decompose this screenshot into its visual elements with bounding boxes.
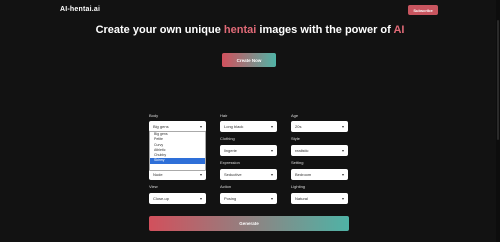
- clothing-select[interactable]: lingerie ▾: [220, 145, 277, 156]
- headline-accent-1: hentai: [223, 24, 257, 36]
- expression-label: Expression: [220, 160, 240, 165]
- body-select-value: Big gens: [153, 124, 169, 129]
- action-select[interactable]: Posing ▾: [220, 193, 277, 204]
- view-select-value: Close-up: [153, 196, 170, 201]
- headline-text-1: Create your own unique: [95, 24, 224, 36]
- clothing-select-value: lingerie: [224, 148, 237, 153]
- chevron-down-icon: ▾: [270, 172, 273, 177]
- action-select-value: Posing: [224, 196, 237, 201]
- create-now-button[interactable]: Create Now: [222, 53, 276, 67]
- hair-select[interactable]: Long black ▾: [220, 121, 277, 132]
- chevron-down-icon: ▾: [341, 172, 344, 177]
- hair-select-value: Long black: [224, 124, 244, 129]
- headline-accent-2: AI: [393, 24, 405, 36]
- age-label: Age: [291, 113, 299, 118]
- body-dropdown-list: Big gens Petite Curvy Athletic Chubby Sk…: [149, 131, 206, 171]
- setting-select[interactable]: Bedroom ▾: [291, 169, 348, 180]
- style-select[interactable]: realistic ▾: [291, 145, 348, 156]
- chevron-down-icon: ▾: [341, 196, 344, 201]
- hair-label: Hair: [220, 113, 228, 118]
- body-label: Body: [149, 113, 159, 118]
- clothing-label: Clothing: [220, 136, 235, 141]
- chevron-down-icon: ▾: [270, 196, 273, 201]
- chevron-down-icon: ▾: [270, 124, 273, 129]
- lighting-select-value: Natural: [295, 196, 308, 201]
- generate-button[interactable]: Generate: [149, 216, 349, 231]
- chevron-down-icon: ▾: [199, 124, 202, 129]
- subscribe-button[interactable]: Subscribe: [408, 5, 438, 15]
- site-logo[interactable]: AI-hentai.ai: [60, 6, 100, 13]
- expression-select-value: Seductive: [224, 172, 242, 177]
- page-headline: Create your own unique hentai images wit…: [0, 24, 500, 36]
- outfit-select-value: Nude: [153, 172, 163, 177]
- scrollbar-thumb[interactable]: [497, 20, 499, 140]
- lighting-select[interactable]: Natural ▾: [291, 193, 348, 204]
- setting-select-value: Bedroom: [295, 172, 312, 177]
- style-select-value: realistic: [295, 148, 309, 153]
- view-label: View: [149, 184, 158, 189]
- setting-label: Setting: [291, 160, 304, 165]
- expression-select[interactable]: Seductive ▾: [220, 169, 277, 180]
- dropdown-option-selected[interactable]: Skinny: [150, 158, 205, 164]
- headline-text-2: images with the power of: [256, 24, 394, 36]
- action-label: Action: [220, 184, 232, 189]
- style-label: Style: [291, 136, 300, 141]
- lighting-label: Lighting: [291, 184, 306, 189]
- age-select[interactable]: 20s ▾: [291, 121, 348, 132]
- chevron-down-icon: ▾: [270, 148, 273, 153]
- chevron-down-icon: ▾: [341, 124, 344, 129]
- chevron-down-icon: ▾: [199, 196, 202, 201]
- age-select-value: 20s: [295, 124, 302, 129]
- chevron-down-icon: ▾: [341, 148, 344, 153]
- view-select[interactable]: Close-up ▾: [149, 193, 206, 204]
- chevron-down-icon: ▾: [199, 172, 202, 177]
